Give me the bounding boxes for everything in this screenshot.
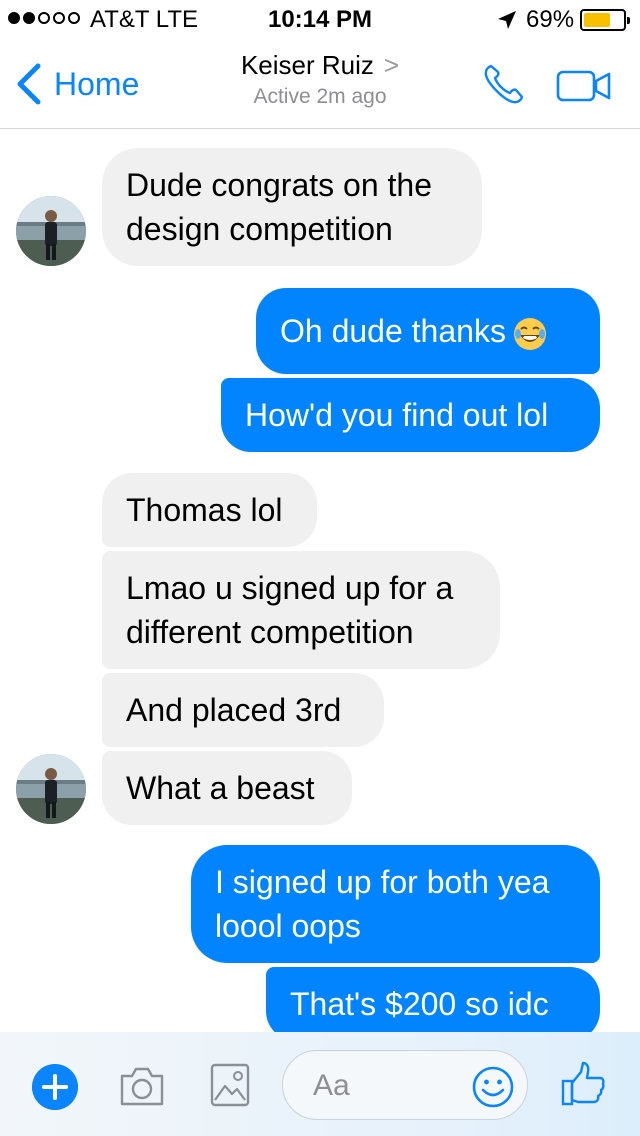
gallery-icon[interactable] [210, 1062, 250, 1108]
message-text: Dude congrats on the [126, 167, 432, 203]
message-input-field[interactable] [282, 1050, 528, 1120]
message-bubble[interactable]: I signed up for both yea loool oops [191, 845, 600, 963]
message-bubble[interactable]: That's $200 so idc [266, 967, 600, 1041]
battery-percent: 69% [526, 6, 575, 33]
message-text: Lmao u signed up for a [126, 570, 454, 606]
status-bar: AT&T LTE 10:14 PM 69% [0, 0, 640, 40]
message-text: design competition [126, 211, 393, 247]
message-text: And placed 3rd [126, 692, 342, 728]
message-bubble[interactable]: Lmao u signed up for a different competi… [102, 551, 500, 669]
avatar[interactable] [16, 196, 86, 266]
message-bubble[interactable]: And placed 3rd [102, 673, 384, 747]
message-text: I signed up for both yea [215, 864, 550, 900]
message-text: That's $200 so idc [290, 986, 549, 1022]
message-bubble[interactable]: How'd you find out lol [221, 378, 600, 452]
plus-icon[interactable] [32, 1064, 78, 1110]
battery-icon [580, 9, 630, 31]
composer-bar [0, 1032, 640, 1136]
video-camera-icon[interactable] [556, 70, 612, 102]
laughing-tears-emoji [513, 317, 546, 350]
conversation-header: Home Keiser Ruiz > Active 2m ago [0, 40, 640, 129]
contact-photo [16, 754, 86, 824]
location-arrow-icon [498, 11, 516, 29]
message-bubble[interactable]: Dude congrats on the design competition [102, 148, 482, 266]
message-text: loool oops [215, 908, 361, 944]
contact-name-button[interactable]: Keiser Ruiz > [0, 50, 640, 81]
message-text: Oh dude thanks [280, 313, 506, 349]
chevron-right-icon: > [383, 50, 400, 80]
message-bubble[interactable]: Thomas lol [102, 473, 317, 547]
camera-icon[interactable] [118, 1064, 166, 1108]
message-text: different competition [126, 614, 414, 650]
avatar[interactable] [16, 754, 86, 824]
message-text: What a beast [126, 770, 315, 806]
phone-icon[interactable] [482, 62, 526, 106]
message-text: Thomas lol [126, 492, 283, 528]
thumbs-up-icon[interactable] [560, 1060, 606, 1108]
message-text: How'd you find out lol [245, 397, 549, 433]
contact-name: Keiser Ruiz [240, 50, 374, 80]
active-status: Active 2m ago [253, 85, 387, 108]
emoji-icon[interactable] [471, 1065, 515, 1109]
message-bubble[interactable]: Oh dude thanks [256, 288, 600, 374]
message-input[interactable] [311, 1067, 465, 1105]
contact-photo [16, 196, 86, 266]
message-bubble[interactable]: What a beast [102, 751, 352, 825]
